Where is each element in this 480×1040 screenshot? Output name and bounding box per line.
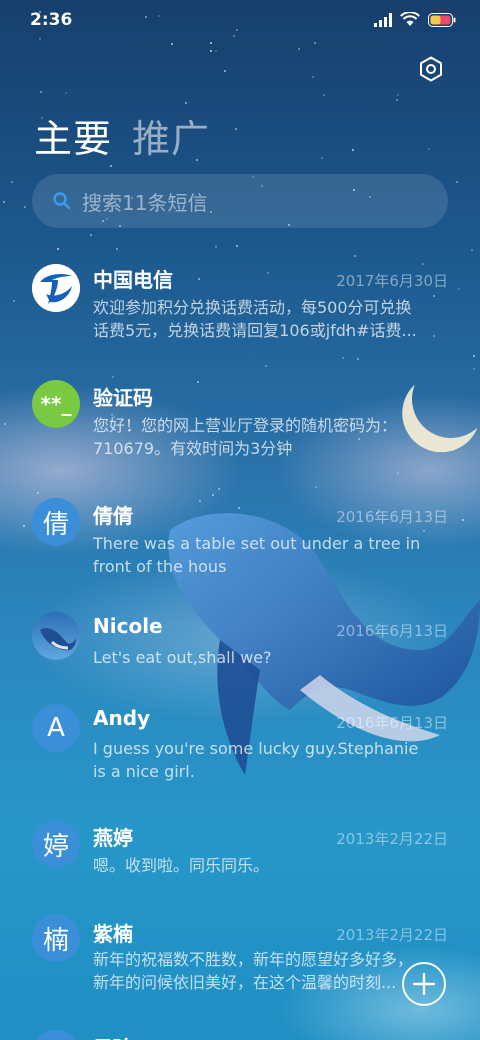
conversation-item[interactable]: 婷 燕婷 2013年2月22日 嗯。收到啦。同乐同乐。 (0, 814, 480, 904)
star-dot (312, 76, 314, 78)
contact-avatar: 倩 (32, 498, 80, 546)
verify-code-avatar: **_ (32, 380, 80, 428)
contact-name: 紫楠 (93, 922, 133, 946)
star-dot (171, 43, 173, 45)
star-dot (185, 102, 187, 104)
preview-line: 710679。有效时间为3分钟 (93, 439, 293, 458)
star-dot (236, 245, 238, 247)
whale-photo-icon (40, 628, 76, 651)
preview-line: Let's eat out,shall we? (93, 648, 272, 667)
star-dot (314, 42, 316, 44)
star-dot (323, 94, 325, 96)
star-dot (352, 149, 354, 151)
contact-name: Nicole (93, 614, 163, 638)
star-dot (235, 128, 237, 130)
conversation-item[interactable]: Nicole 2016年6月13日 Let's eat out,shall we… (0, 604, 480, 694)
star-dot (428, 148, 430, 150)
signal-icon (374, 12, 392, 27)
message-preview: Let's eat out,shall we? (93, 646, 449, 669)
star-dot (215, 50, 217, 52)
preview-line: front of the hous (93, 557, 227, 576)
status-bar: 2:36 (0, 0, 480, 40)
contact-avatar: 楠 (32, 914, 80, 962)
conversation-item[interactable]: 中国电信 2017年6月30日 欢迎参加积分兑换话费活动，每500分可兑换 话费… (0, 250, 480, 360)
message-preview: 嗯。收到啦。同乐同乐。 (93, 854, 449, 877)
search-icon (53, 192, 71, 210)
message-preview: I guess you're some lucky guy.Stephanie … (93, 737, 449, 783)
tab-bar: 主要 推广 (34, 108, 210, 163)
contact-avatar (32, 1030, 80, 1040)
message-preview: 欢迎参加积分兑换话费活动，每500分可兑换 话费5元，兑换话费请回复106或jf… (93, 296, 449, 342)
contact-avatar: A (32, 704, 80, 752)
star-dot (11, 181, 13, 183)
star-dot (90, 234, 92, 236)
message-date: 2016年6月13日 (336, 714, 448, 732)
message-date: 2016年6月13日 (336, 508, 448, 526)
contact-name: 倩倩 (93, 504, 133, 528)
star-dot (265, 365, 267, 367)
star-dot (210, 50, 212, 52)
preview-line: 欢迎参加积分兑换话费活动，每500分可兑换 (93, 298, 412, 317)
preview-line: 嗯。收到啦。同乐同乐。 (93, 856, 270, 875)
message-date: 2016年6月13日 (336, 622, 448, 640)
plus-icon (412, 972, 436, 996)
tab-promotions[interactable]: 推广 (132, 108, 210, 163)
contact-name: 中国电信 (93, 268, 173, 292)
status-time: 2:36 (30, 10, 73, 30)
star-dot (397, 94, 399, 96)
star-dot (110, 165, 112, 167)
message-preview: 您好！您的网上营业厅登录的随机密码为： 710679。有效时间为3分钟 (93, 414, 449, 460)
preview-line: 您好！您的网上营业厅登录的随机密码为： (93, 416, 398, 435)
search-bar[interactable]: 搜索11条短信 (32, 174, 448, 228)
preview-line: 新年的祝福数不胜数，新年的愿望好多好多， (93, 950, 414, 969)
star-dot (396, 99, 398, 101)
search-placeholder: 搜索11条短信 (82, 190, 208, 215)
china-telecom-logo-icon (32, 264, 80, 312)
message-date: 2013年2月22日 (336, 926, 448, 944)
message-preview: 新年的祝福数不胜数，新年的愿望好多好多， 新年的问候依旧美好，在这个温馨的时刻.… (93, 948, 449, 994)
star-dot (456, 181, 458, 183)
star-dot (24, 206, 26, 208)
conversation-item[interactable]: A Andy 2016年6月13日 I guess you're some lu… (0, 700, 480, 810)
contact-name: Andy (93, 706, 151, 730)
star-dot (224, 70, 226, 72)
wifi-icon (400, 12, 420, 26)
message-preview: There was a table set out under a tree i… (93, 532, 449, 578)
tab-primary[interactable]: 主要 (34, 108, 112, 163)
battery-icon (428, 12, 456, 27)
preview-line: 话费5元，兑换话费请回复106或jfdh#话费... (93, 321, 417, 340)
star-dot (40, 91, 42, 93)
preview-line: is a nice girl. (93, 762, 195, 781)
china-telecom-avatar (32, 264, 80, 312)
conversation-item[interactable]: **_ 验证码 您好！您的网上营业厅登录的随机密码为： 710679。有效时间为… (0, 368, 480, 478)
message-date: 2013年2月22日 (336, 830, 448, 848)
settings-icon (420, 56, 442, 82)
star-dot (298, 48, 300, 50)
star-dot (215, 246, 217, 248)
conversation-item[interactable]: 楠 紫楠 2013年2月22日 新年的祝福数不胜数，新年的愿望好多好多， 新年的… (0, 910, 480, 1020)
conversation-item[interactable]: 倩 倩倩 2016年6月13日 There was a table set ou… (0, 486, 480, 596)
star-dot (65, 92, 67, 94)
contact-name: 验证码 (93, 386, 153, 410)
status-icons (374, 12, 456, 27)
contact-name: 燕婷 (93, 826, 133, 850)
contact-name: 子玲 (93, 1032, 133, 1040)
star-dot (321, 157, 323, 159)
star-dot (3, 201, 5, 203)
conversation-item[interactable]: 子玲 (0, 1026, 480, 1040)
message-date: 2017年6月30日 (336, 272, 448, 290)
preview-line: There was a table set out under a tree i… (93, 534, 421, 553)
preview-line: 新年的问候依旧美好，在这个温馨的时刻... (93, 973, 397, 992)
compose-button[interactable] (402, 962, 446, 1006)
preview-line: I guess you're some lucky guy.Stephanie (93, 739, 419, 758)
star-dot (210, 42, 212, 44)
whale-photo-avatar (32, 612, 80, 660)
contact-avatar: 婷 (32, 820, 80, 868)
settings-button[interactable] (414, 52, 448, 86)
